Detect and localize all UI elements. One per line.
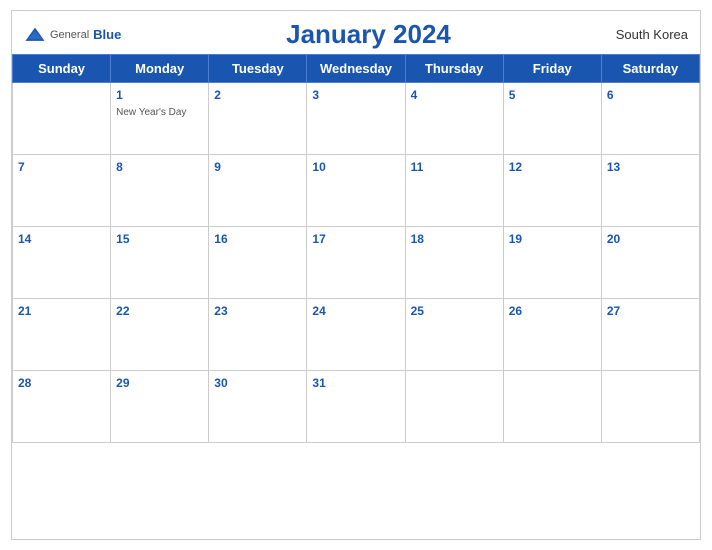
calendar-cell (601, 371, 699, 443)
calendar-cell (503, 371, 601, 443)
day-number: 21 (18, 304, 31, 318)
calendar-cell: 11 (405, 155, 503, 227)
calendar-cell: 16 (209, 227, 307, 299)
calendar-cell: 13 (601, 155, 699, 227)
calendar-cell: 4 (405, 83, 503, 155)
header-monday: Monday (111, 55, 209, 83)
calendar-cell: 19 (503, 227, 601, 299)
calendar-cell: 8 (111, 155, 209, 227)
calendar-header: General Blue January 2024 South Korea (12, 11, 700, 54)
day-number: 7 (18, 160, 25, 174)
day-number: 23 (214, 304, 227, 318)
day-number: 4 (411, 88, 418, 102)
header-thursday: Thursday (405, 55, 503, 83)
calendar-cell: 18 (405, 227, 503, 299)
calendar-cell: 7 (13, 155, 111, 227)
calendar-cell: 25 (405, 299, 503, 371)
day-number: 8 (116, 160, 123, 174)
logo-blue-text: Blue (93, 27, 121, 42)
country-label: South Korea (616, 27, 688, 42)
day-number: 18 (411, 232, 424, 246)
day-number: 27 (607, 304, 620, 318)
calendar-week-row: 21 22 23 24 25 26 27 (13, 299, 700, 371)
calendar: General Blue January 2024 South Korea Su… (11, 10, 701, 540)
holiday-label: New Year's Day (116, 106, 203, 119)
day-number: 26 (509, 304, 522, 318)
calendar-cell: 2 (209, 83, 307, 155)
calendar-cell: 5 (503, 83, 601, 155)
calendar-week-row: 28 29 30 31 (13, 371, 700, 443)
calendar-table: Sunday Monday Tuesday Wednesday Thursday… (12, 54, 700, 443)
header-friday: Friday (503, 55, 601, 83)
day-number: 3 (312, 88, 319, 102)
calendar-cell: 27 (601, 299, 699, 371)
weekday-header-row: Sunday Monday Tuesday Wednesday Thursday… (13, 55, 700, 83)
calendar-cell: 23 (209, 299, 307, 371)
logo-general-text: General (50, 29, 89, 41)
calendar-cell: 24 (307, 299, 405, 371)
day-number: 12 (509, 160, 522, 174)
day-number: 14 (18, 232, 31, 246)
day-number: 10 (312, 160, 325, 174)
calendar-cell (405, 371, 503, 443)
calendar-cell: 21 (13, 299, 111, 371)
calendar-cell: 3 (307, 83, 405, 155)
day-number: 25 (411, 304, 424, 318)
day-number: 9 (214, 160, 221, 174)
day-number: 11 (411, 160, 424, 174)
calendar-cell: 26 (503, 299, 601, 371)
calendar-week-row: 7 8 9 10 11 12 13 (13, 155, 700, 227)
day-number: 16 (214, 232, 227, 246)
calendar-cell: 6 (601, 83, 699, 155)
header-sunday: Sunday (13, 55, 111, 83)
day-number: 29 (116, 376, 129, 390)
calendar-cell: 12 (503, 155, 601, 227)
day-number: 1 (116, 88, 123, 102)
calendar-week-row: 14 15 16 17 18 19 20 (13, 227, 700, 299)
day-number: 24 (312, 304, 325, 318)
calendar-cell: 29 (111, 371, 209, 443)
calendar-cell: 17 (307, 227, 405, 299)
calendar-cell (13, 83, 111, 155)
calendar-title: January 2024 (286, 19, 451, 50)
calendar-cell: 30 (209, 371, 307, 443)
day-number: 6 (607, 88, 614, 102)
calendar-week-row: 1 New Year's Day 2 3 4 5 6 (13, 83, 700, 155)
day-number: 17 (312, 232, 325, 246)
header-tuesday: Tuesday (209, 55, 307, 83)
day-number: 5 (509, 88, 516, 102)
day-number: 28 (18, 376, 31, 390)
header-saturday: Saturday (601, 55, 699, 83)
day-number: 20 (607, 232, 620, 246)
calendar-cell: 1 New Year's Day (111, 83, 209, 155)
calendar-cell: 31 (307, 371, 405, 443)
day-number: 31 (312, 376, 325, 390)
day-number: 13 (607, 160, 620, 174)
calendar-cell: 22 (111, 299, 209, 371)
logo: General Blue (24, 26, 121, 44)
logo-icon (24, 26, 46, 44)
logo-text: General Blue (24, 26, 121, 44)
calendar-body: 1New Year's Day2345678910111213141516171… (13, 83, 700, 443)
day-number: 2 (214, 88, 221, 102)
calendar-cell: 15 (111, 227, 209, 299)
day-number: 15 (116, 232, 129, 246)
calendar-cell: 9 (209, 155, 307, 227)
calendar-cell: 28 (13, 371, 111, 443)
calendar-cell: 14 (13, 227, 111, 299)
calendar-cell: 20 (601, 227, 699, 299)
header-wednesday: Wednesday (307, 55, 405, 83)
day-number: 19 (509, 232, 522, 246)
calendar-cell: 10 (307, 155, 405, 227)
day-number: 22 (116, 304, 129, 318)
day-number: 30 (214, 376, 227, 390)
